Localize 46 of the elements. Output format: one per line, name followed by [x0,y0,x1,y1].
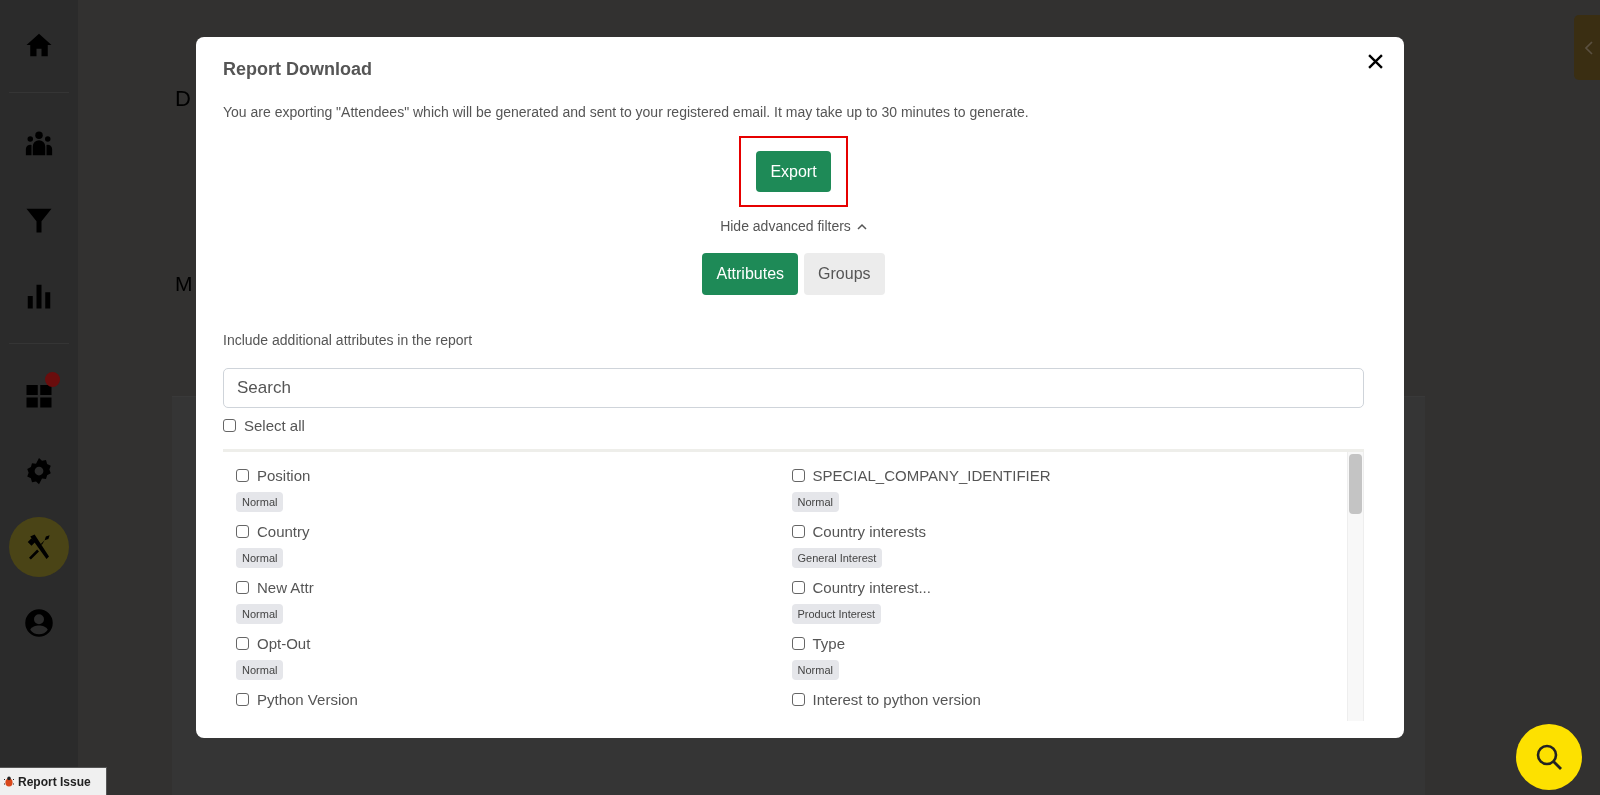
attribute-option[interactable]: Opt-Out [236,635,311,652]
tab[interactable]: Groups [804,253,885,295]
attribute-option[interactable]: Python Version [236,691,358,708]
attribute-option[interactable]: SPECIAL_COMPANY_IDENTIFIER [791,467,1051,484]
dialog-title: Report Download [223,59,372,80]
description-text: You are exporting "Attendees" which will be generated and sent to your registered email. It may take up to 30 minutes to generate. [223,104,1029,120]
export-button[interactable]: Export [756,151,831,192]
attribute-option[interactable]: Position [236,467,311,484]
attribute-option[interactable]: Country [236,523,310,540]
scrollbar[interactable] [1347,452,1364,721]
user-icon [24,608,54,638]
search-icon [1534,742,1564,772]
checkbox[interactable] [791,469,805,482]
checkbox[interactable] [223,419,236,432]
attribute-tag: Normal [236,660,284,680]
checkbox[interactable] [236,469,249,482]
attribute-option[interactable]: Country interest... [791,579,931,596]
report-issue-button[interactable]: Report Issue [0,767,107,795]
attribute-option[interactable]: Interest to python version [791,691,981,708]
checkbox[interactable] [236,525,249,538]
checkbox[interactable] [236,693,249,706]
attribute-option[interactable]: Type [791,635,846,652]
checkbox[interactable] [791,693,805,706]
close-icon [1367,53,1383,69]
checkbox[interactable] [236,581,249,594]
attribute-tag: Normal [236,604,284,624]
attribute-tag: Normal [791,660,839,680]
bug-icon [4,776,14,787]
attribute-tag: General Interest [791,548,883,568]
checkbox[interactable] [791,637,805,650]
attribute-option[interactable]: Country interests [791,523,926,540]
tab[interactable]: Attributes [702,253,799,295]
chevron-up-icon [856,222,867,230]
filters-toggle[interactable]: Hide advanced filters [718,216,869,236]
search-field[interactable]: Search [223,368,1364,408]
attribute-tag: Normal [236,492,284,512]
checkbox[interactable] [236,637,249,650]
prompt-text: Include additional attributes in the report [223,332,473,348]
checkbox[interactable] [791,525,805,538]
attribute-tag: Normal [791,492,839,512]
attribute-tag: Normal [236,548,284,568]
chevron-left-icon [1585,40,1593,55]
checkbox[interactable] [791,581,805,594]
attribute-tag: Product Interest [791,604,882,624]
select-all-option[interactable]: Select all [223,417,305,434]
attribute-option[interactable]: New Attr [236,579,314,596]
